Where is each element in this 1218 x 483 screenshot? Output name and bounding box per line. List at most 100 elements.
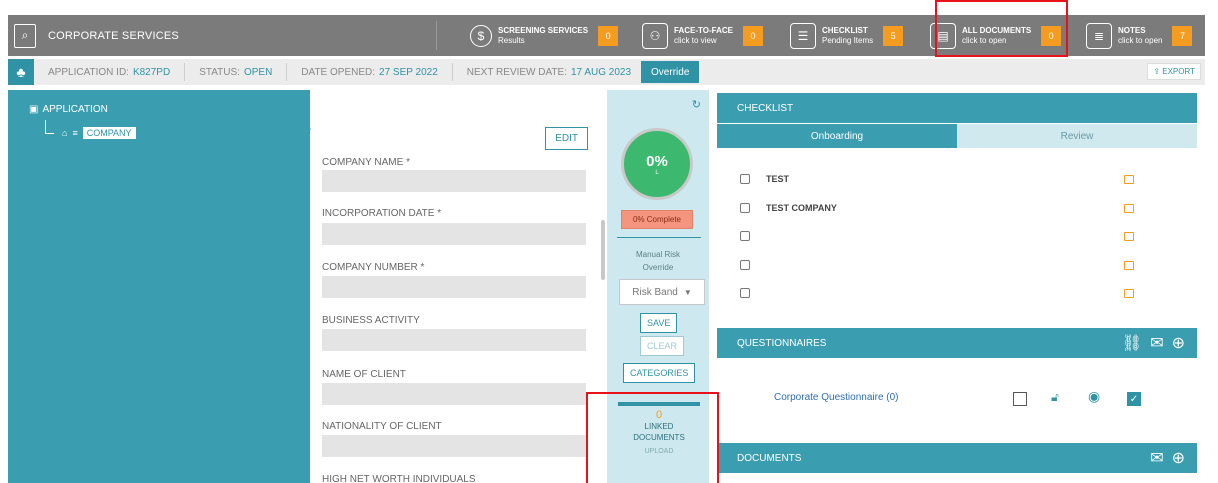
notes-icon: ≣: [1086, 22, 1112, 49]
questionnaires-title: QUESTIONNAIRES: [737, 337, 827, 349]
comment-icon[interactable]: [1124, 288, 1134, 298]
save-button[interactable]: SAVE: [640, 313, 678, 333]
checklist-header: CHECKLIST: [717, 93, 1197, 123]
documents-header: DOCUMENTS ✉ ⊕: [717, 443, 1197, 473]
notes-button[interactable]: ≣ NOTES click to open 7: [1086, 15, 1193, 56]
app-title: CORPORATE SERVICES: [48, 29, 179, 42]
status-value: OPEN: [243, 66, 273, 78]
incorporation-date-input[interactable]: [322, 223, 586, 245]
company-number-input[interactable]: [322, 276, 586, 298]
questionnaires-header: QUESTIONNAIRES ⛓ ✉ ⊕: [717, 328, 1197, 358]
highlight-box-linked: [586, 392, 719, 483]
risk-percent: 0%: [646, 152, 668, 170]
highlight-box: [935, 0, 1068, 57]
export-label: EXPORT: [1162, 67, 1195, 76]
company-form: EDIT COMPANY NAME * INCORPORATION DATE *…: [318, 90, 605, 483]
completion-badge: 0% Complete: [621, 210, 693, 229]
document-icon: ▣: [29, 104, 39, 115]
override-button[interactable]: Override: [641, 61, 700, 83]
screening-label: SCREENING SERVICES: [498, 25, 589, 35]
checked-checkbox-icon[interactable]: ✓: [1127, 392, 1141, 406]
application-id-value: K827PD: [132, 66, 171, 78]
notes-label: NOTES: [1118, 25, 1146, 35]
checkbox[interactable]: [740, 174, 750, 184]
page: { "header": { "title": "CORPORATE SERVIC…: [0, 0, 1218, 483]
clear-button[interactable]: CLEAR: [640, 336, 685, 356]
status-label: STATUS:: [199, 66, 240, 78]
company-name-input[interactable]: [322, 170, 586, 192]
link-icon[interactable]: ⛓: [1122, 333, 1142, 353]
manual-risk-line1: Manual Risk: [635, 250, 680, 259]
refresh-icon[interactable]: ↻: [692, 98, 701, 111]
export-button[interactable]: ⇪ EXPORT: [1147, 63, 1201, 80]
lock-icon[interactable]: 🔓︎: [1051, 390, 1059, 405]
checklist-item: [740, 284, 1190, 302]
send-email-icon[interactable]: ✉: [1150, 448, 1163, 468]
hierarchy-icon[interactable]: ♣: [8, 59, 34, 85]
notes-count: 7: [1172, 25, 1193, 46]
checklist-item-label: TEST: [766, 174, 790, 184]
tree-node-application[interactable]: ▣ APPLICATION: [29, 104, 108, 115]
info-bar: ♣ APPLICATION ID: K827PD STATUS: OPEN DATE…: [8, 59, 1205, 85]
field-label-high-net-worth: HIGH NET WORTH INDIVIDUALS: [322, 474, 476, 483]
tree-node-application-label: APPLICATION: [42, 104, 108, 115]
checklist-item: [740, 227, 1190, 245]
tab-onboarding[interactable]: Onboarding: [717, 124, 957, 148]
home-icon: ⌂: [62, 128, 68, 138]
questionnaire-checkbox[interactable]: [1013, 392, 1027, 406]
face-to-face-icon: ⚇: [642, 22, 668, 49]
checkbox[interactable]: [740, 260, 750, 270]
send-email-icon[interactable]: ✉: [1150, 333, 1163, 353]
risk-band-select[interactable]: Risk Band ▼: [619, 279, 705, 305]
nationality-input[interactable]: [322, 435, 586, 457]
questionnaire-row: Corporate Questionnaire (0) 🔓︎ ◉ ✓: [717, 388, 1197, 410]
tree-connector: [45, 120, 54, 134]
add-icon[interactable]: ⊕: [1172, 333, 1185, 353]
eye-icon[interactable]: ◉: [1088, 388, 1100, 405]
face-to-face-button[interactable]: ⚇ FACE-TO-FACE click to view 0: [642, 15, 763, 56]
comment-icon[interactable]: [1124, 174, 1134, 184]
tree-node-company[interactable]: ⌂ ≡ COMPANY: [62, 127, 136, 139]
form-scrollbar[interactable]: [601, 220, 605, 280]
risk-band-value: Risk Band: [632, 286, 678, 298]
checkbox[interactable]: [740, 288, 750, 298]
questionnaire-name[interactable]: Corporate Questionnaire (0): [774, 392, 899, 403]
checklist-sub: Pending Items: [822, 35, 874, 45]
manual-risk-line2: Override: [642, 263, 674, 272]
risk-level: L: [655, 169, 659, 176]
chevron-down-icon: ▼: [683, 287, 692, 297]
next-review-date: NEXT REVIEW DATE: 17 AUG 2023: [453, 63, 635, 81]
field-label-incorporation-date: INCORPORATION DATE *: [322, 208, 442, 219]
questionnaires-actions: ⛓ ✉ ⊕: [1122, 333, 1185, 353]
application-id-label: APPLICATION ID:: [48, 66, 129, 78]
header-divider: [436, 21, 437, 50]
name-of-client-input[interactable]: [322, 383, 586, 405]
documents-title: DOCUMENTS: [737, 452, 802, 464]
screening-icon: $: [470, 24, 492, 47]
export-icon: ⇪: [1153, 67, 1163, 76]
field-label-name-of-client: NAME OF CLIENT: [322, 369, 406, 380]
documents-actions: ✉ ⊕: [1150, 448, 1185, 468]
screening-services-button[interactable]: $ SCREENING SERVICES Results 0: [470, 15, 619, 56]
application-tree: ▣ APPLICATION ⌂ ≡ COMPANY: [8, 90, 310, 483]
checklist-button[interactable]: ☰ CHECKLIST Pending Items 5: [790, 15, 904, 56]
field-label-business-activity: BUSINESS ACTIVITY: [322, 315, 420, 326]
business-activity-input[interactable]: [322, 329, 586, 351]
checklist-title: CHECKLIST: [737, 102, 794, 114]
checkbox[interactable]: [740, 231, 750, 241]
add-icon[interactable]: ⊕: [1172, 448, 1185, 468]
checklist-label: CHECKLIST: [822, 25, 868, 35]
checklist-tabs: Onboarding Review: [717, 124, 1197, 148]
edit-button[interactable]: EDIT: [545, 127, 588, 150]
comment-icon[interactable]: [1124, 260, 1134, 270]
divider: [617, 237, 701, 238]
checkbox[interactable]: [740, 203, 750, 213]
tab-review[interactable]: Review: [957, 124, 1197, 148]
categories-button[interactable]: CATEGORIES: [623, 363, 696, 383]
menu-icon: ≡: [72, 128, 78, 138]
comment-icon[interactable]: [1124, 203, 1134, 213]
next-review-label: NEXT REVIEW DATE:: [466, 66, 567, 78]
comment-icon[interactable]: [1124, 231, 1134, 241]
face-to-face-label: FACE-TO-FACE: [674, 25, 733, 35]
risk-gauge: 0% L: [621, 128, 693, 200]
